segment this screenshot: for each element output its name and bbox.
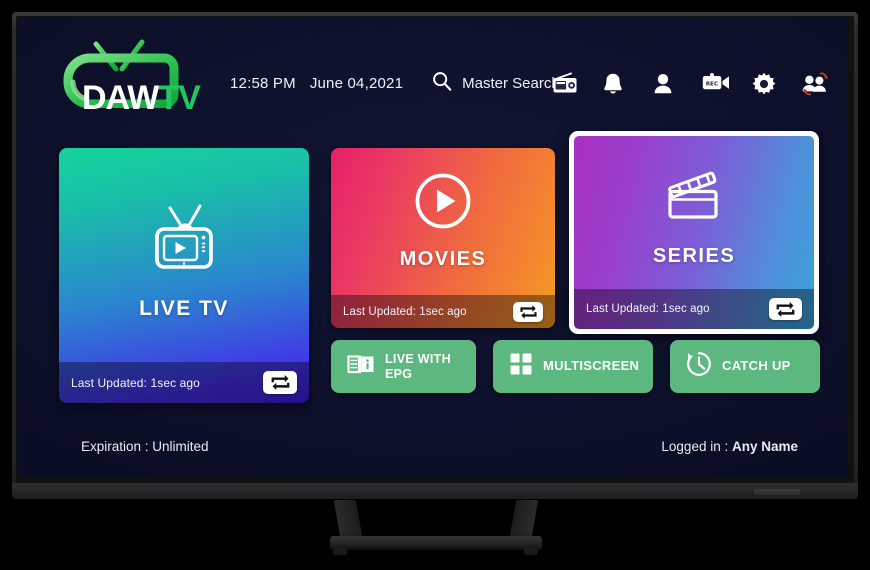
multiscreen-label: MULTISCREEN xyxy=(543,358,640,374)
card-live-tv-title: LIVE TV xyxy=(139,297,229,320)
catch-up-label: CATCH UP xyxy=(722,358,791,374)
tv-antenna-play-icon xyxy=(144,199,224,284)
card-live-tv-body: LIVE TV xyxy=(59,148,309,362)
refresh-loop-icon[interactable] xyxy=(263,371,297,394)
book-info-icon xyxy=(347,352,375,381)
tv-stand-base xyxy=(330,536,542,550)
card-series-title: SERIES xyxy=(652,245,736,267)
refresh-loop-icon[interactable] xyxy=(513,301,543,322)
live-with-epg-label-line2: EPG xyxy=(385,366,413,381)
card-movies[interactable]: MOVIES Last Updated: 1sec ago xyxy=(331,148,555,328)
card-series[interactable]: SERIES Last Updated: 1sec ago xyxy=(574,136,814,329)
app-header: DAWTV 12:58 PM June 04,2021 Master Searc… xyxy=(18,18,848,123)
card-live-tv[interactable]: LIVE TV Last Updated: 1sec ago xyxy=(59,148,309,403)
header-center: 12:58 PM June 04,2021 Master Search xyxy=(230,70,560,97)
search-icon[interactable] xyxy=(431,70,453,97)
card-series-focus-ring: SERIES Last Updated: 1sec ago xyxy=(569,131,819,334)
logged-in-label: Logged in : xyxy=(661,439,732,454)
card-series-updated: Last Updated: 1sec ago xyxy=(586,303,710,315)
switch-user-icon[interactable] xyxy=(802,72,828,96)
svg-text:REC: REC xyxy=(706,82,718,88)
card-live-tv-updated: Last Updated: 1sec ago xyxy=(71,375,200,390)
card-movies-title: MOVIES xyxy=(399,248,487,270)
logo-text-tv: TV xyxy=(158,79,200,117)
play-circle-icon xyxy=(414,172,472,235)
card-movies-body: MOVIES xyxy=(331,148,555,295)
live-with-epg-label-line1: LIVE WITH xyxy=(385,352,451,367)
card-series-footer: Last Updated: 1sec ago xyxy=(574,289,814,329)
logged-in-username: Any Name xyxy=(731,439,798,454)
screen-footer: Expiration : Unlimited Logged in : Any N… xyxy=(18,439,848,461)
clock-date: June 04,2021 xyxy=(309,75,404,92)
tv-bottom-chin xyxy=(12,483,858,499)
tv-brand-plate xyxy=(754,489,800,495)
master-search-button[interactable]: Master Search xyxy=(431,70,560,97)
live-with-epg-button[interactable]: LIVE WITH EPG xyxy=(331,340,476,393)
clapperboard-icon xyxy=(661,167,727,232)
card-movies-updated: Last Updated: 1sec ago xyxy=(343,305,467,318)
bell-icon[interactable] xyxy=(602,72,626,96)
clock-rewind-icon xyxy=(686,351,712,382)
gear-icon[interactable] xyxy=(752,72,776,96)
live-with-epg-label: LIVE WITH EPG xyxy=(385,352,451,381)
tv-stand-foot-right xyxy=(524,548,538,555)
card-series-body: SERIES xyxy=(574,136,814,299)
radio-icon[interactable] xyxy=(552,72,577,96)
app-logo-text: DAWTV xyxy=(82,79,201,117)
header-icon-bar: REC xyxy=(552,72,828,96)
multiscreen-button[interactable]: MULTISCREEN xyxy=(493,340,653,393)
refresh-loop-icon[interactable] xyxy=(769,298,802,320)
app-logo: DAWTV xyxy=(46,36,206,115)
tv-stand-foot-left xyxy=(333,548,347,555)
action-button-row: LIVE WITH EPG MULTISCREEN CATCH UP xyxy=(331,340,820,393)
tv-screen: DAWTV 12:58 PM June 04,2021 Master Searc… xyxy=(18,18,848,477)
grid-four-icon xyxy=(509,352,533,381)
logo-text-daw: DAW xyxy=(82,79,159,117)
account-icon[interactable] xyxy=(652,72,676,96)
catch-up-button[interactable]: CATCH UP xyxy=(670,340,820,393)
tv-device: DAWTV 12:58 PM June 04,2021 Master Searc… xyxy=(0,0,870,570)
logged-in-status: Logged in : Any Name xyxy=(661,439,798,454)
rec-camera-icon[interactable]: REC xyxy=(702,72,729,96)
expiration-status: Expiration : Unlimited xyxy=(81,439,209,454)
card-movies-footer: Last Updated: 1sec ago xyxy=(331,295,555,328)
master-search-label: Master Search xyxy=(462,75,560,92)
card-live-tv-footer: Last Updated: 1sec ago xyxy=(59,362,309,403)
clock-time: 12:58 PM xyxy=(230,75,296,92)
